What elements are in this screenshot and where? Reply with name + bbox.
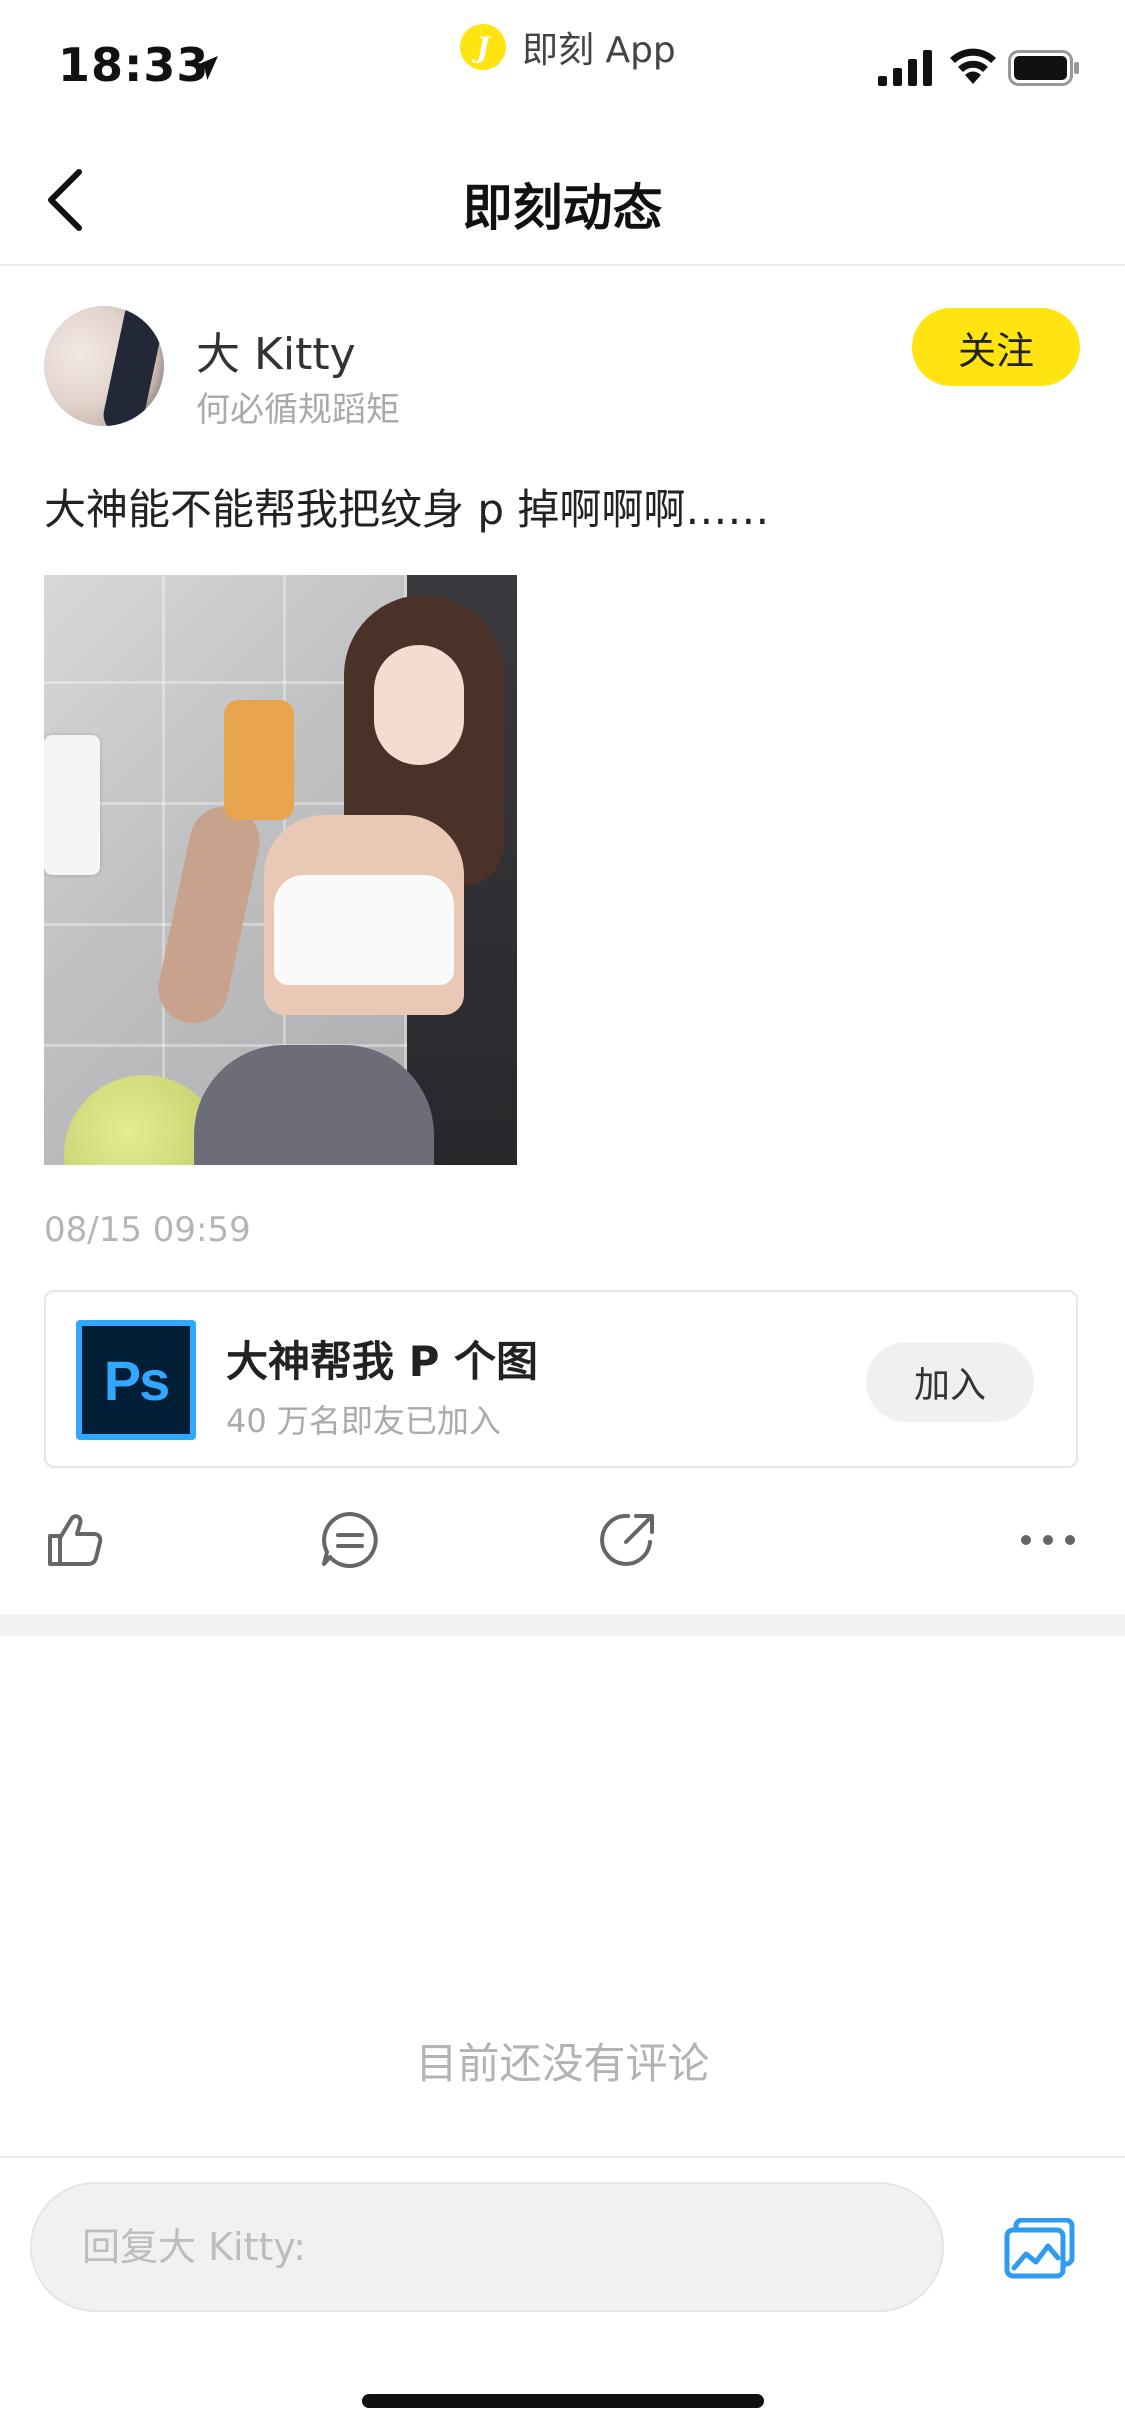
photo-top	[274, 875, 454, 985]
photo-phone	[224, 700, 294, 820]
topic-logo-text: Ps	[82, 1326, 190, 1434]
image-picker-icon[interactable]	[1004, 2218, 1076, 2280]
photo-face	[374, 645, 464, 765]
post-author-header: 大 Kitty 何必循规蹈矩 关注	[0, 300, 1125, 440]
battery-icon	[1008, 50, 1079, 86]
cellular-signal-icon	[878, 50, 932, 86]
photoshop-icon: Ps	[76, 1320, 196, 1440]
post-actions	[0, 1500, 1125, 1580]
reply-input[interactable]	[30, 2182, 944, 2312]
photo-pants	[194, 1045, 434, 1165]
join-button[interactable]: 加入	[866, 1342, 1034, 1422]
location-arrow-icon	[194, 56, 218, 80]
post-text: 大神能不能帮我把纹身 p 掉啊啊啊……	[44, 485, 770, 534]
more-icon[interactable]	[1016, 1508, 1080, 1572]
home-indicator[interactable]	[362, 2394, 764, 2408]
author-bio: 何必循规蹈矩	[196, 390, 400, 430]
avatar-detail	[99, 306, 164, 426]
status-bar: 18:33 J 即刻 App	[0, 0, 1125, 130]
comment-icon[interactable]	[318, 1508, 382, 1572]
post-timestamp: 08/15 09:59	[44, 1210, 251, 1250]
navigation-bar: 即刻动态	[0, 130, 1125, 266]
follow-button[interactable]: 关注	[912, 308, 1080, 386]
screen: 18:33 J 即刻 App 即刻动态 大 Kitty 何必循规蹈矩 关注 大神…	[0, 0, 1125, 2436]
photo-dispenser	[44, 735, 100, 875]
topic-member-count: 40 万名即友已加入	[226, 1402, 501, 1440]
page-title: 即刻动态	[462, 179, 663, 237]
avatar[interactable]	[44, 306, 164, 426]
empty-comments-text: 目前还没有评论	[415, 2039, 710, 2088]
topic-card[interactable]: Ps 大神帮我 P 个图 40 万名即友已加入 加入	[44, 1290, 1078, 1468]
wifi-icon	[950, 48, 996, 84]
app-indicator[interactable]: J 即刻 App	[460, 22, 676, 72]
author-name[interactable]: 大 Kitty	[196, 318, 356, 382]
share-icon[interactable]	[596, 1508, 660, 1572]
section-divider	[0, 1614, 1125, 1636]
thumbs-up-icon[interactable]	[42, 1508, 106, 1572]
status-time: 18:33	[58, 38, 210, 92]
post-image[interactable]	[44, 575, 517, 1165]
app-name: 即刻 App	[522, 30, 676, 71]
reply-bar	[0, 2156, 1125, 2338]
topic-title: 大神帮我 P 个图	[226, 1337, 539, 1386]
app-logo-icon: J	[460, 24, 506, 70]
